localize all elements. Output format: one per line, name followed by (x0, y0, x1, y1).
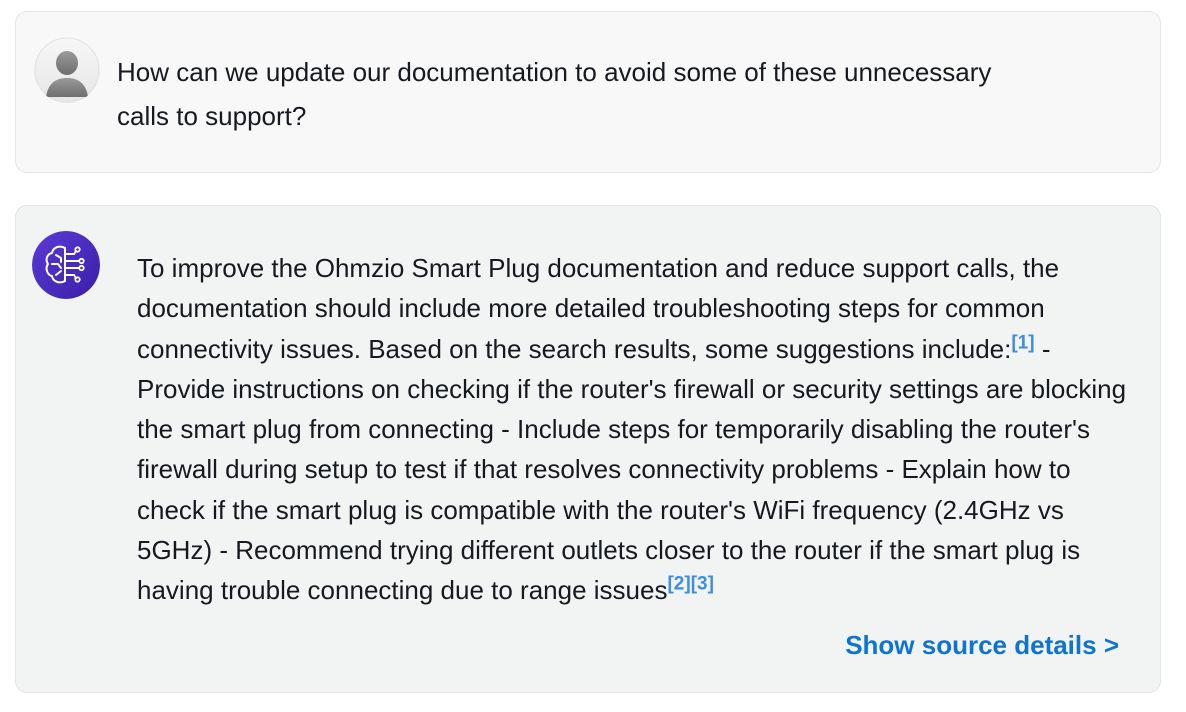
user-message-text: How can we update our documentation to a… (117, 57, 992, 131)
assistant-message-body: - Provide instructions on checking if th… (137, 333, 1127, 606)
user-avatar-icon (34, 37, 100, 103)
show-source-details-link[interactable]: Show source details > (845, 630, 1119, 661)
citation-link-2[interactable]: [2] (667, 574, 690, 595)
assistant-message-text: To improve the Ohmzio Smart Plug documen… (137, 248, 1137, 611)
user-message-card: How can we update our documentation to a… (15, 11, 1161, 173)
assistant-message-intro: To improve the Ohmzio Smart Plug documen… (137, 253, 1060, 364)
citation-link-1[interactable]: [1] (1011, 332, 1034, 353)
citation-link-3[interactable]: [3] (691, 574, 714, 595)
assistant-message-card: To improve the Ohmzio Smart Plug documen… (15, 205, 1161, 693)
ai-brain-circuit-icon (32, 231, 100, 299)
